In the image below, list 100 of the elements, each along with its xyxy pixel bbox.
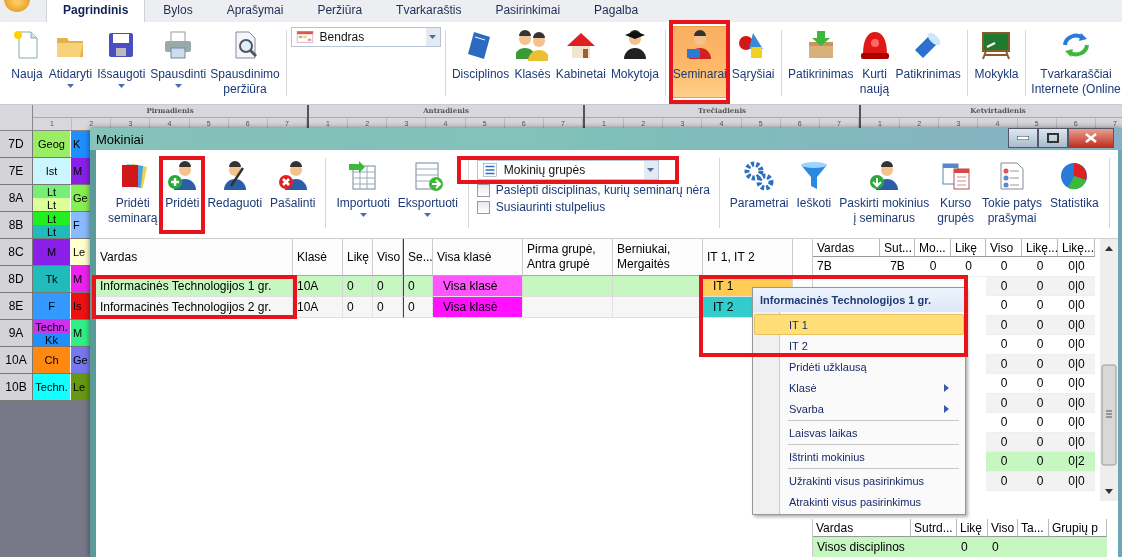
ribbon-tab[interactable]: Pagrindinis <box>46 0 146 22</box>
toolbar-button[interactable]: Eksportuoti <box>395 158 460 232</box>
person-download-icon <box>868 160 901 192</box>
column-header[interactable]: Visa klasė <box>433 239 523 276</box>
lesson-card[interactable]: Le <box>71 239 91 265</box>
table-cell: Visos disciplinos <box>813 537 911 557</box>
lesson-card[interactable]: Techn. <box>33 320 71 333</box>
ribbon-button[interactable]: Patikrinimas <box>893 26 963 98</box>
lesson-card[interactable]: Ist <box>33 158 71 184</box>
ribbon-button[interactable]: Kabinetai <box>553 26 609 98</box>
toolbar-button[interactable]: Parametrai <box>727 158 791 232</box>
table-cell: 0 <box>1022 276 1058 296</box>
column-header[interactable]: Viso <box>373 239 403 276</box>
maximize-icon <box>1047 133 1059 143</box>
ribbon-button[interactable]: Mokykla <box>971 26 1022 98</box>
checkbox[interactable] <box>476 200 490 214</box>
toolbar-button[interactable]: Statistika <box>1048 158 1101 232</box>
toolbar-button[interactable]: Ieškoti <box>794 158 834 232</box>
ribbon-tab[interactable]: Pagalba <box>578 0 655 22</box>
table-cell: 0 <box>1022 452 1058 472</box>
ribbon-tab[interactable]: Pasirinkimai <box>479 0 577 22</box>
ribbon-button[interactable]: Patikrinimas <box>786 26 856 98</box>
person-plus-icon <box>166 160 199 192</box>
toolbar-button[interactable]: Paskirti mokinius į seminarus <box>837 158 932 232</box>
view-select[interactable]: Bendras <box>290 27 441 47</box>
column-header[interactable]: Se... <box>403 239 433 276</box>
ribbon-button[interactable]: Sąryšiai <box>729 26 778 98</box>
ribbon-button[interactable]: Mokytoja <box>608 26 662 98</box>
ribbon-button[interactable]: Klasės <box>511 26 554 98</box>
close-button[interactable] <box>1068 128 1114 148</box>
lesson-card[interactable]: Lt <box>33 185 71 198</box>
ribbon-button[interactable]: Spausdinti <box>147 26 209 98</box>
lesson-card[interactable]: Techn. <box>33 374 71 400</box>
caret-icon <box>66 84 74 88</box>
menu-item[interactable]: Klasė <box>754 377 964 398</box>
minimize-button[interactable] <box>1008 128 1038 148</box>
table-cell: 0 <box>986 315 1022 335</box>
column-header[interactable]: Likę <box>343 239 373 276</box>
class-label: 10A <box>0 347 33 373</box>
class-label: 9A <box>0 320 33 346</box>
ribbon-tab[interactable]: Peržiūra <box>301 0 379 22</box>
ribbon-tab[interactable]: Aprašymai <box>210 0 300 22</box>
ribbon-button[interactable]: Spausdinimo peržiūra <box>208 26 282 98</box>
ribbon-button[interactable]: Išsaugoti <box>94 26 148 98</box>
toolbar-button[interactable]: Pašalinti <box>268 158 318 232</box>
toolbar-button[interactable]: Redaguoti <box>205 158 265 232</box>
ribbon-button[interactable]: Disciplinos <box>449 26 512 98</box>
table-cell: 0 <box>403 297 433 318</box>
ribbon-button[interactable]: Kurti naują <box>855 26 894 98</box>
lesson-card[interactable]: Is <box>71 293 91 319</box>
lesson-card[interactable]: Geog <box>33 131 71 157</box>
lesson-card[interactable]: Tk <box>33 266 71 292</box>
lesson-card[interactable]: F <box>71 212 91 238</box>
ribbon-button[interactable]: Nauja <box>8 26 47 98</box>
class-label: 8C <box>0 239 33 265</box>
lesson-card[interactable]: Kk <box>33 333 71 346</box>
close-icon <box>1085 133 1097 143</box>
class-label: 7D <box>0 131 33 157</box>
lesson-card[interactable]: Ge <box>71 347 91 373</box>
toolbar-button[interactable]: Pridėti seminarą <box>106 158 160 232</box>
ribbon-tab[interactable]: Bylos <box>147 0 209 22</box>
maximize-button[interactable] <box>1038 128 1068 148</box>
table-cell: 0 <box>957 537 988 557</box>
lesson-card[interactable]: M <box>71 266 91 292</box>
class-label: 8D <box>0 266 33 292</box>
toolbar-button[interactable]: Importuoti <box>334 158 392 232</box>
menu-item[interactable]: Svarba <box>754 398 964 419</box>
ribbon-button[interactable]: Atidaryti <box>46 26 95 98</box>
toolbar-button[interactable]: Kurso grupės <box>935 158 976 232</box>
lesson-card[interactable]: Ch <box>33 347 71 373</box>
lesson-card[interactable]: Lt <box>33 212 71 225</box>
lesson-card[interactable]: K <box>71 131 91 157</box>
group-tag[interactable]: Visa klasė <box>433 297 522 317</box>
caret-icon <box>424 213 432 217</box>
ribbon-tab[interactable]: Tvarkaraštis <box>380 0 478 22</box>
group-tag[interactable]: Visa klasė <box>433 276 522 296</box>
gears-icon <box>743 160 776 192</box>
table-cell: 0 <box>986 354 1022 374</box>
lesson-card[interactable]: M <box>71 320 91 346</box>
column-header[interactable]: Berniukai, Mergaitės <box>613 239 703 276</box>
menu-item[interactable]: IT 1 <box>754 314 964 335</box>
chalkboard-icon <box>980 29 1013 61</box>
menu-item[interactable]: Atrakinti visus pasirinkimus <box>754 491 964 512</box>
toolbar-button[interactable]: Tokie patys prašymai <box>979 158 1044 232</box>
lesson-card[interactable]: F <box>33 293 71 319</box>
dropdown-arrow-icon <box>647 168 655 172</box>
lesson-card[interactable]: Lt <box>33 225 71 238</box>
class-label: 10B <box>0 374 33 400</box>
table-cell: 0 <box>373 276 403 297</box>
table-cell: 0|2 <box>1058 452 1095 472</box>
lesson-card[interactable]: Lt <box>33 198 71 211</box>
menu-item[interactable]: Pridėti užklausą <box>754 356 964 377</box>
lesson-card[interactable]: Le <box>71 374 91 400</box>
ribbon-button[interactable]: Tvarkaraščiai Internete (Online <box>1030 26 1122 98</box>
lesson-card[interactable]: Ge <box>71 185 91 211</box>
column-header[interactable]: Pirma grupė, Antra grupė <box>523 239 613 276</box>
table-cell: 0 <box>986 452 1022 472</box>
class-label: 7E <box>0 158 33 184</box>
menu-header: Informacinės Technologijos 1 gr. <box>753 288 965 312</box>
siren-icon <box>858 29 891 61</box>
